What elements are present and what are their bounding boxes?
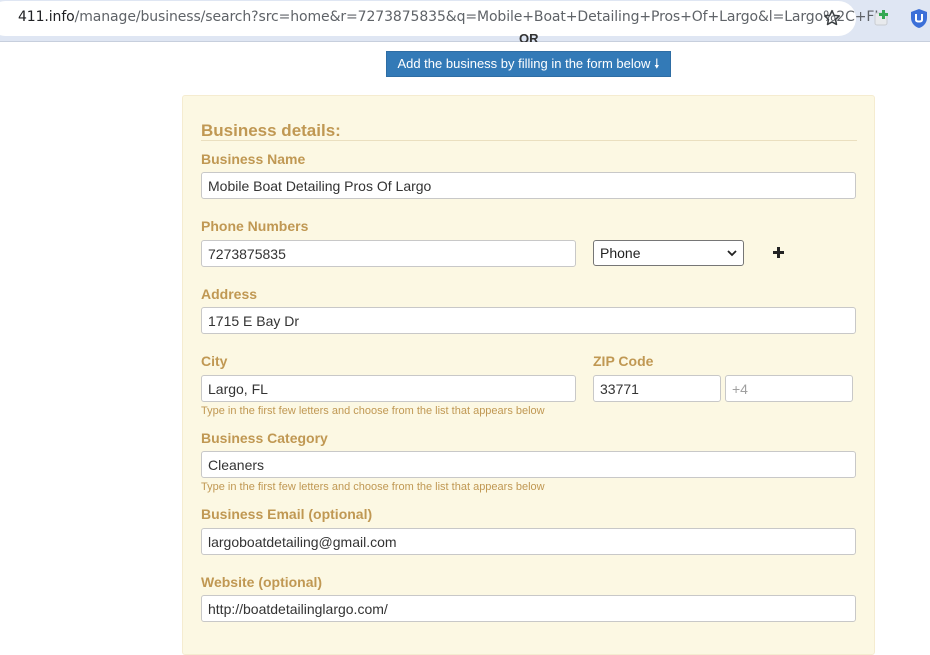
chevron-down-icon [727,250,737,257]
email-label: Business Email (optional) [201,506,373,522]
url-host: 411.info [18,9,75,25]
url-path: /manage/business/search?src=home&r=72738… [74,9,883,25]
url-text[interactable]: 411.info/manage/business/search?src=home… [18,9,882,25]
zip-label: ZIP Code [593,353,654,369]
address-input[interactable] [201,307,856,334]
phone-type-select[interactable]: Phone [593,240,744,266]
business-name-label: Business Name [201,151,306,167]
shield-icon[interactable] [909,8,929,29]
browser-toolbar: 411.info/manage/business/search?src=home… [0,0,930,41]
website-input[interactable] [201,595,856,622]
or-separator: OR [519,32,539,42]
address-label: Address [201,286,258,302]
category-label: Business Category [201,430,328,446]
add-business-button[interactable]: Add the business by filling in the form … [386,51,671,77]
email-input[interactable] [201,528,856,555]
category-hint: Type in the first few letters and choose… [201,481,545,493]
extension-icon[interactable] [873,9,891,27]
business-name-input[interactable] [201,172,856,199]
city-label: City [201,353,228,369]
city-hint: Type in the first few letters and choose… [201,405,545,417]
add-phone-icon[interactable] [772,246,785,259]
section-divider [201,140,857,141]
phone-input[interactable] [201,240,576,267]
phone-numbers-label: Phone Numbers [201,218,309,234]
star-icon[interactable] [822,8,842,28]
website-label: Website (optional) [201,574,323,590]
section-title: Business details: [201,121,341,140]
zip-plus4-input[interactable] [725,375,853,402]
zip-input[interactable] [593,375,721,402]
category-input[interactable] [201,451,856,478]
toolbar-divider [0,41,930,42]
phone-type-value: Phone [600,245,641,261]
city-input[interactable] [201,375,576,402]
